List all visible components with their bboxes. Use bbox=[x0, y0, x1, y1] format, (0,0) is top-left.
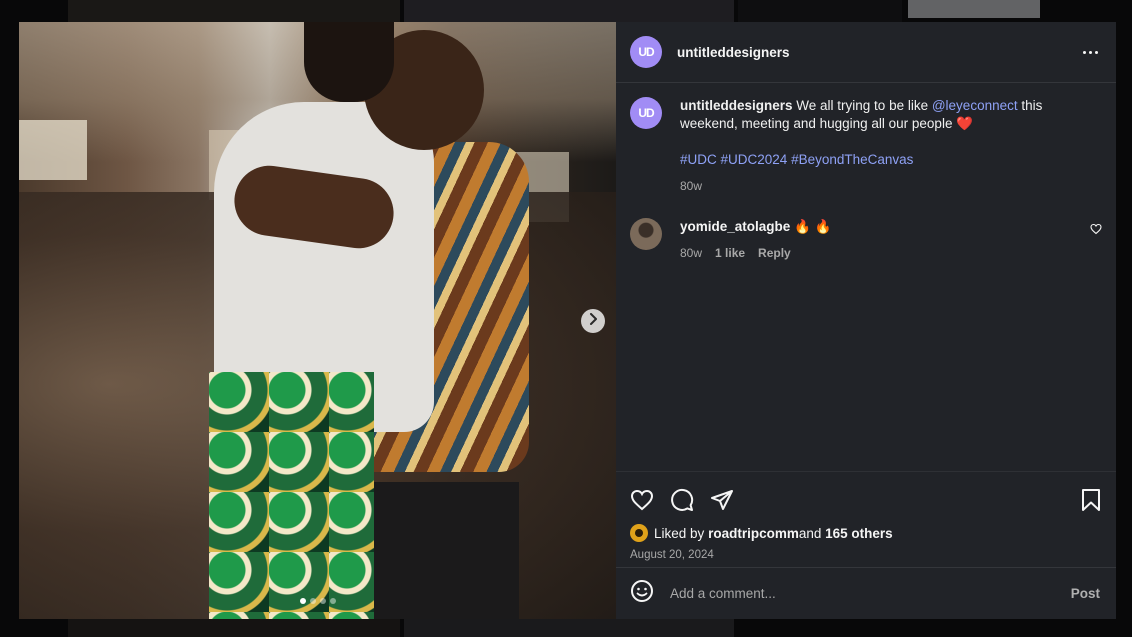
comment-meta: 80w 1 like Reply bbox=[680, 246, 831, 260]
reply-button[interactable]: Reply bbox=[758, 246, 791, 260]
next-slide-button[interactable] bbox=[581, 309, 605, 333]
comment-button[interactable] bbox=[670, 488, 694, 517]
carousel-dot bbox=[329, 598, 336, 604]
action-bar bbox=[630, 480, 1102, 524]
hashtag-link[interactable]: #UDC2024 bbox=[721, 152, 788, 167]
liker-username[interactable]: roadtripcomm bbox=[708, 526, 799, 541]
heart-emoji: ❤️ bbox=[956, 116, 974, 131]
avatar[interactable] bbox=[630, 524, 648, 542]
hashtag-link[interactable]: #UDC bbox=[680, 152, 717, 167]
likes-count-link[interactable]: 165 others bbox=[825, 526, 893, 541]
caption: UD untitleddesigners We all trying to be… bbox=[630, 97, 1102, 195]
hashtags: #UDC #UDC2024 #BeyondTheCanvas bbox=[680, 151, 1050, 169]
post-sidebar: UD untitleddesigners UD untitleddesigner… bbox=[616, 22, 1116, 619]
post-comment-button[interactable]: Post bbox=[1071, 586, 1100, 601]
more-horizontal-icon bbox=[1083, 50, 1098, 54]
avatar[interactable]: UD bbox=[630, 36, 662, 68]
avatar[interactable]: UD bbox=[630, 97, 662, 129]
author-username[interactable]: untitleddesigners bbox=[677, 45, 790, 60]
emoji-picker-button[interactable] bbox=[630, 579, 654, 608]
share-button[interactable] bbox=[710, 488, 734, 517]
caption-text: untitleddesigners We all trying to be li… bbox=[680, 98, 1043, 131]
carousel-dot bbox=[309, 598, 316, 604]
heart-icon bbox=[630, 488, 654, 517]
post-image[interactable] bbox=[19, 22, 616, 619]
comment-body: yomide_atolagbe 🔥 🔥 80w 1 like Reply bbox=[680, 218, 831, 260]
likes-summary: Liked by roadtripcomm and 165 others bbox=[630, 524, 1102, 542]
like-button[interactable] bbox=[630, 488, 654, 517]
mention-link[interactable]: @leyeconnect bbox=[932, 98, 1018, 113]
more-options-button[interactable] bbox=[1083, 50, 1098, 54]
chevron-right-icon bbox=[588, 312, 598, 330]
comment-bubble-icon bbox=[670, 488, 694, 517]
caption-age[interactable]: 80w bbox=[680, 177, 1050, 195]
save-button[interactable] bbox=[1080, 488, 1102, 517]
post-modal: UD untitleddesigners UD untitleddesigner… bbox=[19, 22, 1116, 619]
post-date[interactable]: August 20, 2024 bbox=[630, 549, 1102, 561]
comment-composer: Post bbox=[616, 567, 1116, 619]
hashtag-link[interactable]: #BeyondTheCanvas bbox=[791, 152, 913, 167]
caption-author[interactable]: untitleddesigners bbox=[680, 98, 793, 113]
post-header: UD untitleddesigners bbox=[616, 22, 1116, 83]
carousel-dot bbox=[299, 598, 306, 604]
comment-likes[interactable]: 1 like bbox=[715, 246, 745, 260]
smiley-icon bbox=[630, 580, 654, 607]
caption-body: untitleddesigners We all trying to be li… bbox=[680, 97, 1050, 195]
carousel-indicator bbox=[19, 598, 616, 604]
comment-like-button[interactable] bbox=[1090, 222, 1102, 240]
paper-plane-icon bbox=[710, 488, 734, 517]
comment-author[interactable]: yomide_atolagbe bbox=[680, 219, 790, 234]
bookmark-icon bbox=[1080, 488, 1102, 517]
post-actions: Liked by roadtripcomm and 165 others Aug… bbox=[616, 471, 1116, 567]
carousel-dot bbox=[319, 598, 326, 604]
comment-age[interactable]: 80w bbox=[680, 246, 702, 260]
comment-input[interactable] bbox=[670, 586, 1071, 601]
avatar[interactable] bbox=[630, 218, 662, 250]
comments-section: UD untitleddesigners We all trying to be… bbox=[616, 83, 1116, 471]
comment-text: 🔥 🔥 bbox=[794, 219, 832, 234]
comment-item: yomide_atolagbe 🔥 🔥 80w 1 like Reply bbox=[630, 218, 1102, 260]
heart-icon bbox=[1090, 222, 1102, 239]
